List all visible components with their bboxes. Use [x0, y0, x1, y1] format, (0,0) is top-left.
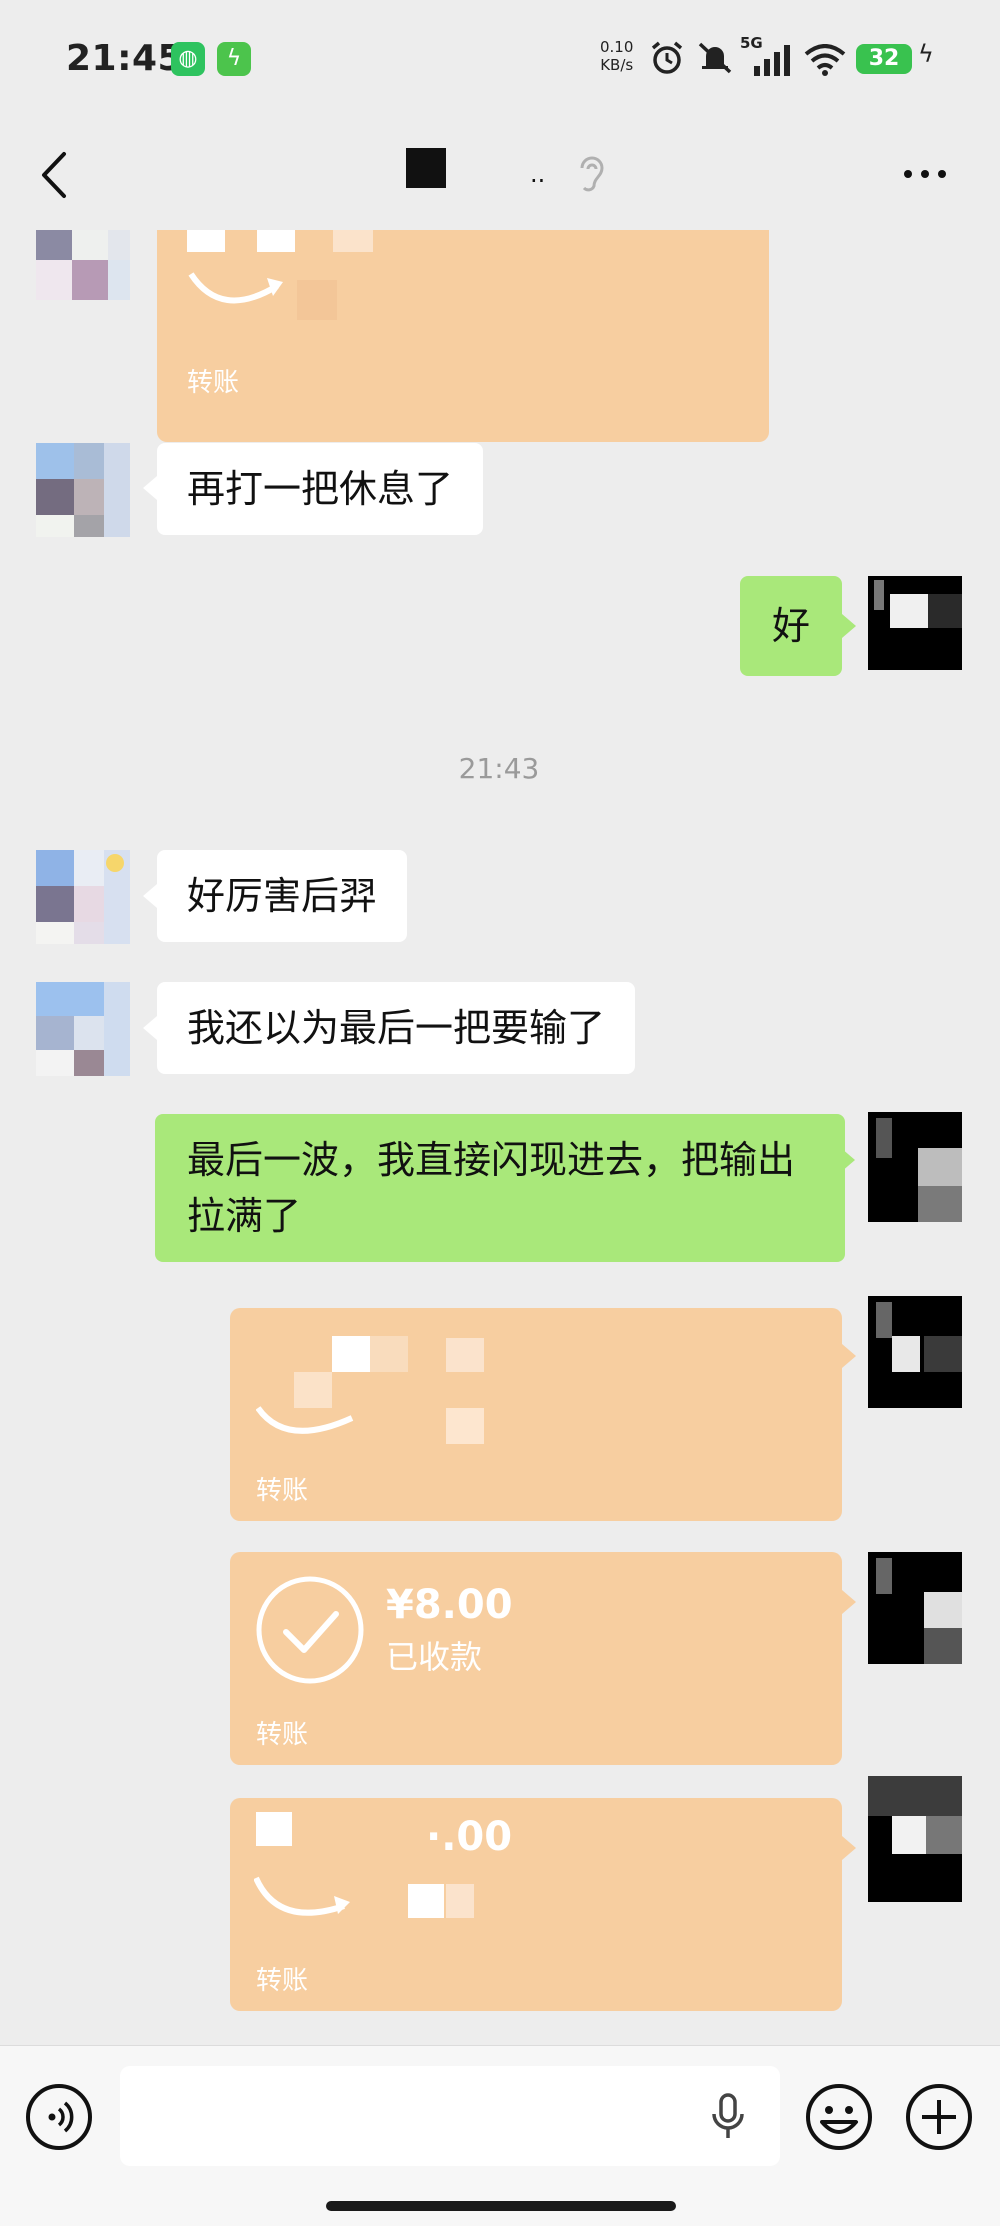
plus-icon[interactable]: [904, 2082, 974, 2152]
status-time: 21:45: [66, 38, 184, 79]
transfer-icon: [256, 1406, 354, 1434]
alarm-icon: [651, 41, 683, 74]
chat-title-redacted: [406, 148, 446, 188]
wechat-icon: ◍: [171, 42, 205, 76]
transfer-label: 转账: [256, 1966, 309, 1996]
avatar[interactable]: [36, 850, 130, 944]
transfer-label: 转账: [187, 368, 240, 398]
signal-icon: [754, 45, 790, 76]
transfer-card[interactable]: ·.00 转账: [230, 1798, 842, 2011]
voice-icon[interactable]: [24, 2082, 94, 2152]
battery-charge-icon: ϟ: [918, 40, 934, 68]
avatar[interactable]: [868, 1776, 962, 1902]
message-bubble[interactable]: 好: [740, 576, 842, 676]
transfer-label: 转账: [256, 1720, 309, 1750]
avatar[interactable]: [868, 1296, 962, 1408]
avatar[interactable]: [868, 576, 962, 670]
wifi-icon: [804, 44, 846, 76]
avatar[interactable]: [36, 230, 130, 300]
message-bubble[interactable]: 最后一波，我直接闪现进去，把输出拉满了: [155, 1114, 845, 1262]
emoji-icon[interactable]: [804, 2082, 874, 2152]
avatar[interactable]: [868, 1552, 962, 1664]
transfer-status: 已收款: [386, 1638, 483, 1676]
battery-icon: 32: [856, 44, 912, 74]
transfer-label: 转账: [256, 1476, 309, 1506]
mute-icon: [698, 42, 732, 74]
ear-icon: [580, 156, 604, 192]
more-icon[interactable]: [900, 164, 950, 184]
chat-area[interactable]: 转账 再打一把休息了 好 21:43 好厉害后羿 我还以为最后一把要输了 最后一…: [0, 230, 1000, 2045]
transfer-icon: [254, 1876, 350, 1916]
transfer-card[interactable]: ¥8.00 已收款 转账: [230, 1552, 842, 1765]
status-bar: 21:45 ◍ ϟ 0.10 KB/s 5G 32 ϟ: [0, 0, 1000, 120]
avatar[interactable]: [36, 982, 130, 1076]
message-input[interactable]: [120, 2066, 780, 2166]
message-bubble[interactable]: 再打一把休息了: [157, 443, 484, 535]
charge-icon: ϟ: [217, 42, 251, 76]
transfer-icon: [188, 272, 283, 304]
transfer-amount: ¥8.00: [386, 1582, 513, 1628]
back-icon[interactable]: [36, 150, 76, 200]
chat-header: ..: [0, 120, 1000, 230]
transfer-amount: ·.00: [426, 1814, 513, 1860]
check-circle-icon: [256, 1576, 364, 1684]
timestamp: 21:43: [458, 752, 540, 785]
avatar[interactable]: [868, 1112, 962, 1222]
net-speed: 0.10 KB/s: [600, 38, 634, 74]
chat-title-tail: ..: [530, 160, 546, 188]
home-indicator[interactable]: [326, 2201, 676, 2211]
mic-icon[interactable]: [710, 2092, 746, 2142]
transfer-card[interactable]: 转账: [157, 230, 769, 442]
avatar[interactable]: [36, 443, 130, 537]
message-bubble[interactable]: 好厉害后羿: [157, 850, 408, 942]
input-bar: [0, 2045, 1000, 2226]
message-bubble[interactable]: 我还以为最后一把要输了: [157, 982, 636, 1074]
transfer-card[interactable]: 转账: [230, 1308, 842, 1521]
